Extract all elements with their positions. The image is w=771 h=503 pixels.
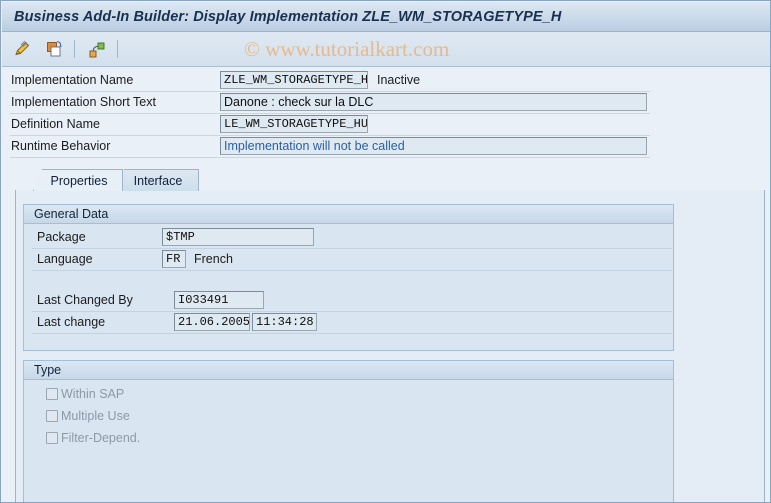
implementation-short-text-field[interactable]: Danone : check sur la DLC [220,93,647,111]
filter-dependent-checkbox-box[interactable] [46,432,58,444]
filter-dependent-label: Filter-Depend. [61,431,141,445]
general-divider-2 [32,270,672,271]
toolbar-separator [74,40,75,58]
tab-properties[interactable]: Properties [33,169,123,191]
general-data-group-title: General Data [24,205,673,224]
header-divider-2 [10,113,650,114]
label-implementation-short-text: Implementation Short Text [11,95,156,109]
multiple-use-checkbox-box[interactable] [46,410,58,422]
language-field[interactable]: FR [162,250,186,268]
type-group-body: Within SAP Multiple Use Filter-Depend. [24,380,673,502]
header-divider-1 [10,91,650,92]
sap-gui-window: Business Add-In Builder: Display Impleme… [0,0,771,503]
label-language: Language [37,252,93,266]
label-last-changed-by: Last Changed By [37,293,133,307]
checkbox-filter-dependent[interactable]: Filter-Depend. [46,431,140,445]
within-sap-label: Within SAP [61,387,125,401]
header-divider-3 [10,135,650,136]
checkbox-multiple-use[interactable]: Multiple Use [46,409,130,423]
type-group: Type Within SAP Multiple Use Filter-Depe… [23,360,674,502]
tab-properties-label: Properties [50,173,108,188]
label-runtime-behavior: Runtime Behavior [11,139,111,153]
tab-interface[interactable]: Interface [115,169,199,191]
general-data-group: General Data Package $TMP Language FR Fr… [23,204,674,351]
label-definition-name: Definition Name [11,117,100,131]
header-divider-4 [10,157,650,158]
within-sap-checkbox-box[interactable] [46,388,58,400]
copy-object-icon[interactable] [42,37,66,61]
application-toolbar [2,32,770,67]
general-data-group-body: Package $TMP Language FR French Last Cha… [24,224,673,350]
window-titlebar: Business Add-In Builder: Display Impleme… [2,2,770,32]
general-divider-3 [32,311,672,312]
edit-pencil-icon[interactable] [10,37,34,61]
last-change-date-field[interactable]: 21.06.2005 [174,313,250,331]
label-implementation-name: Implementation Name [11,73,134,87]
tab-strip: Properties Interface [15,169,765,191]
header-form: Implementation Name ZLE_WM_STORAGETYPE_H… [2,67,770,169]
toolbar-separator-2 [117,40,118,58]
hierarchy-icon[interactable] [85,37,109,61]
implementation-status-text: Inactive [377,73,421,87]
last-change-time-field[interactable]: 11:34:28 [252,313,317,331]
multiple-use-label: Multiple Use [61,409,130,423]
properties-tab-panel: General Data Package $TMP Language FR Fr… [15,190,765,502]
general-divider-1 [32,248,672,249]
runtime-behavior-field[interactable]: Implementation will not be called [220,137,647,155]
language-text: French [194,252,233,266]
checkbox-within-sap[interactable]: Within SAP [46,387,124,401]
definition-name-field[interactable]: LE_WM_STORAGETYPE_HU [220,115,368,133]
general-divider-4 [32,333,672,334]
implementation-name-field[interactable]: ZLE_WM_STORAGETYPE_H [220,71,368,89]
label-last-change: Last change [37,315,106,329]
tab-interface-label: Interface [133,173,183,188]
page-title: Business Add-In Builder: Display Impleme… [14,8,562,25]
label-package: Package [37,230,86,244]
package-field[interactable]: $TMP [162,228,314,246]
last-changed-by-field[interactable]: I033491 [174,291,264,309]
type-group-title: Type [24,361,673,380]
